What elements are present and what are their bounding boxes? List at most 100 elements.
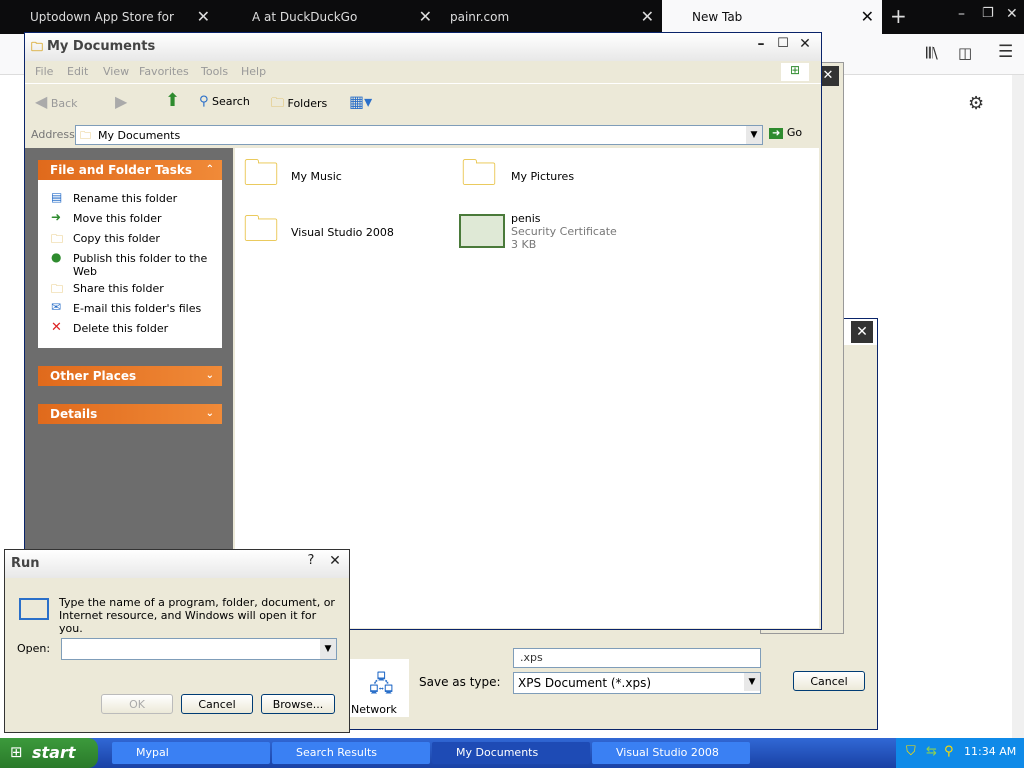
back-button[interactable]: ◀ Back: [35, 92, 78, 111]
browser-tab-new-tab[interactable]: New Tab ✕: [662, 0, 882, 34]
library-icon[interactable]: 𝄃𝄃\: [926, 44, 938, 62]
task-label: Mypal: [136, 746, 169, 759]
run-titlebar[interactable]: Run ? ✕: [5, 550, 349, 578]
views-icon[interactable]: ▦▾: [349, 92, 372, 111]
file-name-input[interactable]: .xps: [513, 648, 761, 668]
menu-tools[interactable]: Tools: [201, 65, 228, 78]
expand-icon[interactable]: ⌄: [206, 366, 214, 386]
menu-help[interactable]: Help: [241, 65, 266, 78]
folder-icon: 🗀: [243, 209, 280, 250]
copy-icon: 🗀: [51, 232, 64, 246]
taskbar-item-visual-studio[interactable]: Visual Studio 2008: [592, 742, 750, 764]
save-as-type-label: Save as type:: [419, 675, 501, 689]
chevron-down-icon[interactable]: ▼: [744, 673, 760, 691]
shield-icon[interactable]: ⛉: [906, 744, 916, 759]
task-delete[interactable]: Delete this folder: [73, 322, 168, 335]
item-type: Security Certificate: [511, 225, 617, 238]
save-as-type-select[interactable]: XPS Document (*.xps) ▼: [513, 672, 761, 694]
task-rename[interactable]: Rename this folder: [73, 192, 177, 205]
up-folder-icon[interactable]: ⬆: [165, 90, 180, 111]
run-dialog: Run ? ✕ Type the name of a program, fold…: [4, 549, 350, 733]
task-copy[interactable]: Copy this folder: [73, 232, 160, 245]
go-button[interactable]: ➜ Go: [769, 126, 802, 139]
browser-tab-painr[interactable]: painr.com ✕: [444, 0, 662, 34]
search-icon[interactable]: ⚲: [944, 744, 954, 759]
help-icon[interactable]: ?: [301, 553, 321, 573]
chevron-down-icon[interactable]: ▼: [320, 639, 336, 659]
folder-item-my-music[interactable]: 🗀 My Music: [243, 154, 443, 200]
task-email[interactable]: E-mail this folder's files: [73, 302, 201, 315]
close-icon[interactable]: ✕: [419, 0, 432, 34]
search-button[interactable]: ⚲ Search: [199, 94, 250, 109]
tab-label: New Tab: [692, 10, 743, 24]
close-icon[interactable]: ✕: [325, 553, 345, 573]
minimize-icon[interactable]: –: [751, 36, 771, 56]
move-icon: ➜: [51, 210, 62, 224]
chevron-down-icon[interactable]: ▼: [746, 126, 762, 144]
file-folder-tasks-header[interactable]: File and Folder Tasks ⌃: [38, 160, 222, 180]
browser-tab-duckduckgo[interactable]: A at DuckDuckGo ✕: [222, 0, 440, 34]
folder-item-visual-studio[interactable]: 🗀 Visual Studio 2008: [243, 210, 443, 256]
scrollbar[interactable]: [1012, 75, 1024, 738]
item-name: My Pictures: [511, 170, 575, 183]
cancel-button[interactable]: Cancel: [793, 671, 865, 691]
browser-tab-uptodown[interactable]: Uptodown App Store for Android ✕: [0, 0, 218, 58]
panel-title: File and Folder Tasks: [50, 163, 193, 177]
close-icon[interactable]: ✕: [641, 0, 654, 34]
tab-label: A at DuckDuckGo: [252, 10, 358, 24]
windows-logo-icon: ⊞: [781, 63, 809, 81]
address-value: My Documents: [98, 129, 181, 142]
taskbar-item-search-results[interactable]: Search Results: [272, 742, 430, 764]
folders-button[interactable]: 🗀 Folders: [271, 94, 327, 116]
network-icon[interactable]: ⇆: [926, 744, 937, 759]
open-input[interactable]: ▼: [61, 638, 337, 660]
explorer-titlebar[interactable]: 🗀 My Documents – ☐ ✕: [25, 33, 821, 61]
restore-icon[interactable]: ❐: [982, 6, 994, 21]
close-icon[interactable]: ✕: [795, 36, 815, 56]
menu-view[interactable]: View: [103, 65, 129, 78]
search-icon: ⚲: [199, 94, 209, 109]
taskbar-item-my-documents[interactable]: My Documents: [432, 742, 590, 764]
collapse-icon[interactable]: ⌃: [206, 160, 214, 180]
taskbar-item-mypal[interactable]: Mypal: [112, 742, 270, 764]
task-move[interactable]: Move this folder: [73, 212, 162, 225]
menu-favorites[interactable]: Favorites: [139, 65, 189, 78]
gear-icon[interactable]: ⚙: [968, 93, 984, 114]
item-name: Visual Studio 2008: [291, 226, 394, 239]
certificate-icon: [459, 214, 505, 248]
maximize-icon[interactable]: ☐: [773, 36, 793, 56]
folder-icon: 🗀: [31, 40, 44, 54]
new-tab-icon[interactable]: +: [890, 4, 907, 28]
close-icon[interactable]: ✕: [861, 0, 874, 34]
browse-button[interactable]: Browse...: [261, 694, 335, 714]
expand-icon[interactable]: ⌄: [206, 404, 214, 424]
file-item-certificate[interactable]: penis Security Certificate 3 KB: [459, 210, 679, 256]
task-label: My Documents: [456, 746, 539, 759]
close-icon[interactable]: ✕: [851, 321, 873, 343]
network-icon: 🖧: [369, 672, 394, 697]
task-publish[interactable]: Publish this folder to the Web: [73, 252, 213, 278]
menu-edit[interactable]: Edit: [67, 65, 88, 78]
cancel-button[interactable]: Cancel: [181, 694, 253, 714]
close-icon[interactable]: ✕: [1006, 6, 1018, 22]
email-icon: ✉: [51, 300, 62, 314]
forward-button[interactable]: ▶: [115, 92, 127, 111]
close-icon[interactable]: ✕: [197, 0, 210, 34]
minimize-icon[interactable]: –: [958, 6, 965, 22]
menu-bar: File Edit View Favorites Tools Help ⊞: [25, 61, 821, 83]
start-button[interactable]: ⊞ start: [0, 738, 98, 768]
folder-item-my-pictures[interactable]: 🗀 My Pictures: [461, 154, 661, 200]
details-header[interactable]: Details ⌄: [38, 404, 222, 424]
explorer-title: My Documents: [47, 39, 156, 54]
address-input[interactable]: 🗀 My Documents ▼: [75, 125, 763, 145]
ok-button[interactable]: OK: [101, 694, 173, 714]
other-places-header[interactable]: Other Places ⌄: [38, 366, 222, 386]
folders-label: Folders: [287, 97, 328, 110]
sidebar-icon[interactable]: ◫: [958, 44, 972, 62]
menu-icon[interactable]: ☰: [998, 42, 1013, 62]
folder-icon: 🗀: [80, 129, 91, 142]
task-share[interactable]: Share this folder: [73, 282, 164, 295]
menu-file[interactable]: File: [35, 65, 53, 78]
standard-toolbar: ◀ Back ▶ ⬆ ⚲ Search 🗀 Folders ▦▾: [25, 83, 821, 122]
network-place[interactable]: 🖧 Network: [349, 659, 409, 717]
